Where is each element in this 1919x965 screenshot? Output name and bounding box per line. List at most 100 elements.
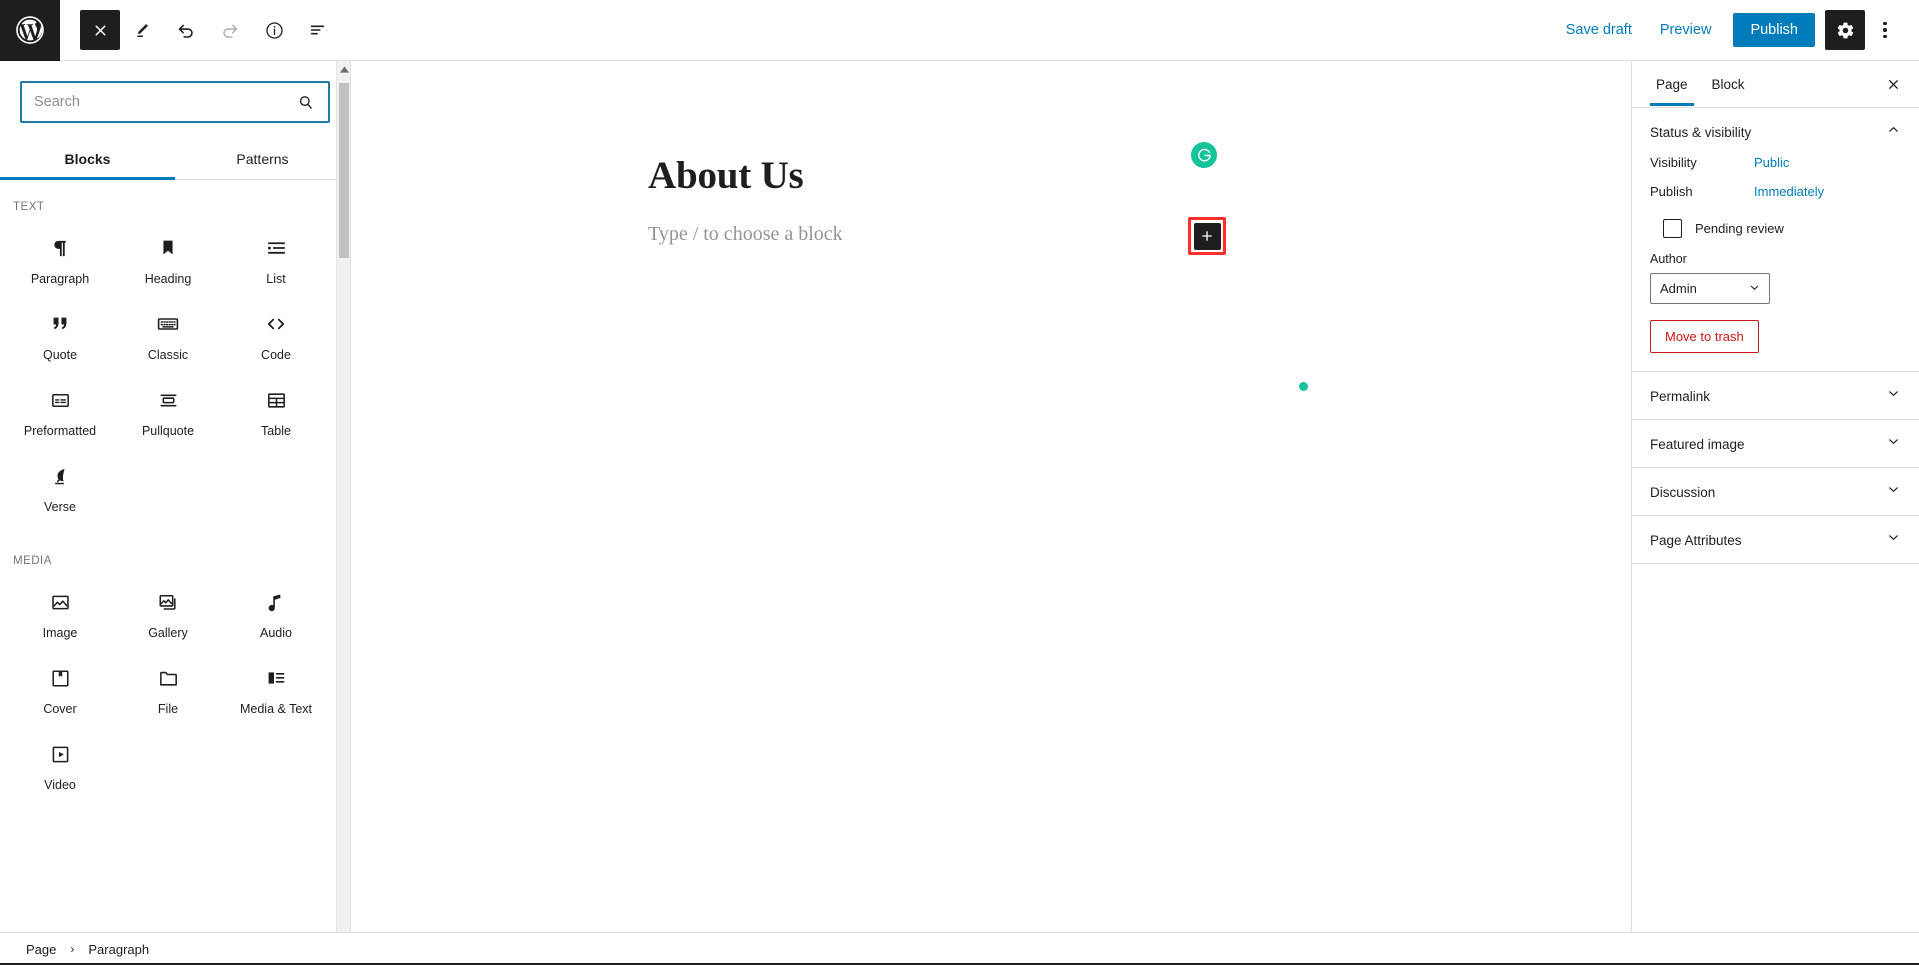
block-item-pullquote[interactable]: Pullquote [114,369,222,445]
row-publish: Publish Immediately [1650,184,1901,199]
search-box[interactable] [20,81,330,123]
close-editor-button[interactable] [80,10,120,50]
block-label: Cover [43,702,77,716]
block-item-code[interactable]: Code [222,293,330,369]
block-item-preformatted[interactable]: Preformatted [6,369,114,445]
preformatted-box-icon [49,385,72,415]
info-button[interactable] [252,8,296,52]
add-block-button[interactable] [1193,222,1221,250]
block-item-classic[interactable]: Classic [114,293,222,369]
author-select-value: Admin [1660,281,1697,296]
panel-header-status-visibility[interactable]: Status & visibility [1632,108,1919,155]
block-item-media-text[interactable]: Media & Text [222,647,330,723]
top-bar-right-tools: Save draft Preview Publish [1552,10,1919,50]
panel-page-attributes: Page Attributes [1632,516,1919,564]
preview-button[interactable]: Preview [1646,14,1726,46]
add-block-highlight-box [1188,217,1226,255]
quote-marks-icon [49,309,71,339]
table-grid-icon [265,385,288,415]
breadcrumb-item-paragraph[interactable]: Paragraph [84,940,153,959]
redo-button[interactable] [208,8,252,52]
undo-button[interactable] [164,8,208,52]
panel-header-permalink[interactable]: Permalink [1632,372,1919,419]
block-label: Pullquote [141,424,195,438]
block-label: List [266,272,286,286]
media-block-grid: Image Gallery Audio Cover File Media & T… [0,571,336,799]
editor-canvas[interactable]: About Us Type / to choose a block [352,61,1631,932]
category-label-text: TEXT [13,201,45,213]
sidebar-tabs: Page Block [1632,61,1919,108]
chevron-down-icon[interactable] [1886,386,1901,406]
panel-title: Featured image [1650,436,1745,452]
empty-block-placeholder[interactable]: Type / to choose a block [648,223,843,246]
inserter-scrollbar-thumb[interactable] [339,83,349,258]
publish-value-button[interactable]: Immediately [1754,184,1824,199]
block-item-file[interactable]: File [114,647,222,723]
visibility-label: Visibility [1650,155,1697,170]
pending-review-checkbox[interactable] [1663,219,1682,238]
tab-patterns[interactable]: Patterns [175,141,350,179]
tab-blocks[interactable]: Blocks [0,141,175,180]
chevron-down-icon[interactable] [1886,482,1901,502]
block-label: Gallery [148,626,188,640]
block-item-audio[interactable]: Audio [222,571,330,647]
editor-top-bar: Save draft Preview Publish [0,0,1919,61]
search-input[interactable] [22,94,297,110]
panel-body-status-visibility: Visibility Public Publish Immediately Pe… [1632,155,1919,371]
block-label: Code [261,348,291,362]
panel-header-discussion[interactable]: Discussion [1632,468,1919,515]
close-sidebar-button[interactable] [1877,68,1909,100]
row-pending-review: Pending review [1650,219,1901,238]
chevron-down-icon[interactable] [1886,530,1901,550]
settings-gear-button[interactable] [1825,10,1865,50]
breadcrumb: Page › Paragraph [0,932,1919,965]
breadcrumb-item-page[interactable]: Page [22,940,60,959]
publish-button[interactable]: Publish [1733,13,1815,47]
panel-featured-image: Featured image [1632,420,1919,468]
wordpress-logo-icon[interactable] [0,0,60,61]
save-draft-button[interactable]: Save draft [1552,14,1646,46]
block-label: Table [261,424,291,438]
top-bar-left-tools [60,8,340,52]
block-label: Preformatted [23,424,97,438]
block-item-paragraph[interactable]: Paragraph [6,217,114,293]
block-item-heading[interactable]: Heading [114,217,222,293]
panel-permalink: Permalink [1632,372,1919,420]
block-label: Verse [44,500,76,514]
block-label: Quote [42,348,78,362]
grammarly-g-icon[interactable] [1191,142,1217,168]
block-item-cover[interactable]: Cover [6,647,114,723]
block-item-quote[interactable]: Quote [6,293,114,369]
author-select[interactable]: Admin [1650,273,1770,304]
edit-mode-button[interactable] [120,8,164,52]
file-folder-icon [157,663,180,693]
block-item-table[interactable]: Table [222,369,330,445]
block-label: Video [44,778,76,792]
keyboard-icon [156,309,180,339]
grammarly-status-dot[interactable] [1299,382,1308,391]
more-options-button[interactable] [1865,10,1905,50]
block-item-list[interactable]: List [222,217,330,293]
block-item-image[interactable]: Image [6,571,114,647]
block-item-video[interactable]: Video [6,723,114,799]
chevron-up-icon[interactable] [1886,122,1901,142]
gallery-stack-icon [157,587,180,617]
block-item-gallery[interactable]: Gallery [114,571,222,647]
tab-block[interactable]: Block [1700,63,1757,105]
panel-header-featured-image[interactable]: Featured image [1632,420,1919,467]
panel-status-visibility: Status & visibility Visibility Public Pu… [1632,108,1919,372]
move-to-trash-button[interactable]: Move to trash [1650,320,1759,353]
tab-page[interactable]: Page [1644,63,1700,106]
breadcrumb-separator-icon: › [70,942,75,956]
scroll-up-arrow-icon[interactable] [337,61,350,78]
row-visibility: Visibility Public [1650,155,1901,170]
page-title[interactable]: About Us [648,153,804,198]
angle-brackets-icon [264,309,288,339]
panel-header-page-attributes[interactable]: Page Attributes [1632,516,1919,563]
list-view-button[interactable] [296,8,340,52]
visibility-value-button[interactable]: Public [1754,155,1789,170]
image-picture-icon [49,587,72,617]
block-item-verse[interactable]: Verse [6,445,114,521]
inserter-scrollbar[interactable] [336,61,350,955]
chevron-down-icon[interactable] [1886,434,1901,454]
